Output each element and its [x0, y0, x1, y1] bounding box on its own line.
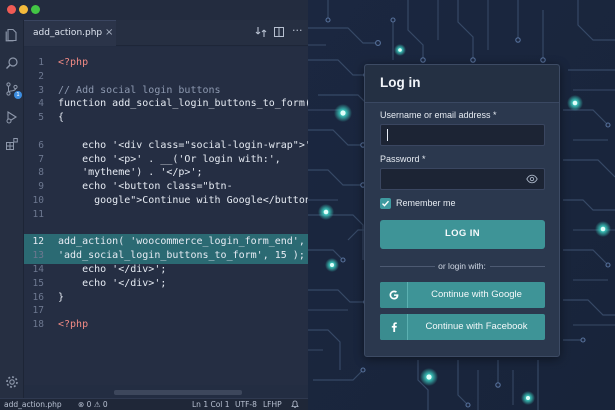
notification-bell-icon[interactable]	[291, 400, 299, 410]
settings-gear-icon[interactable]	[5, 375, 19, 389]
log-in-button-label: LOG IN	[444, 228, 481, 239]
status-problems[interactable]: ⊗ 0 ⚠ 0	[78, 400, 108, 409]
activity-bar: 1	[0, 20, 24, 398]
files-icon[interactable]	[5, 28, 19, 42]
username-input[interactable]	[380, 124, 545, 146]
line-number: 15	[32, 277, 44, 289]
line-number: 6	[38, 139, 44, 151]
code-line: 'add_social_login_buttons_to_form', 15 )…	[58, 250, 305, 262]
continue-with-google-button[interactable]: Continue with Google	[380, 282, 545, 308]
code-line: echo '<p>' . __('Or login with:',	[58, 153, 281, 165]
status-eol[interactable]: LFHP	[263, 400, 282, 409]
google-button-label: Continue with Google	[431, 289, 522, 300]
more-actions-icon[interactable]: ···	[292, 24, 304, 37]
code-line: }	[58, 291, 65, 303]
line-number: 7	[38, 153, 44, 165]
text-caret	[387, 129, 388, 141]
tab-label: add_action.php	[33, 28, 103, 38]
close-window-button[interactable]	[7, 5, 16, 14]
code-line: add_action( 'woocommerce_login_form_end'…	[58, 236, 305, 248]
log-in-button[interactable]: LOG IN	[380, 220, 545, 249]
title-bar	[0, 0, 308, 20]
remember-me-label[interactable]: Remember me	[396, 198, 456, 208]
horizontal-scrollbar[interactable]	[114, 390, 242, 395]
split-editor-icon[interactable]	[273, 26, 285, 38]
password-input[interactable]	[380, 168, 545, 190]
facebook-button-label: Continue with Facebook	[425, 321, 528, 332]
code-line: <?php	[58, 57, 89, 68]
login-header: Log in	[365, 65, 559, 103]
line-number: 2	[38, 70, 44, 82]
line-number: 9	[38, 181, 44, 193]
login-title: Log in	[380, 75, 421, 90]
google-icon	[380, 282, 408, 308]
code-editor-window: 1 add_action.php × ··· 1 2 3 4 5 6 7 8 9 10 11 12 13…	[0, 0, 308, 410]
line-number: 16	[32, 291, 44, 303]
extensions-icon[interactable]	[5, 137, 19, 151]
status-file-name[interactable]: add_action.php	[4, 400, 62, 409]
code-line: echo '<div class="social-login-wrap">';	[58, 139, 308, 151]
search-icon[interactable]	[5, 56, 19, 70]
facebook-icon	[380, 314, 408, 340]
divider-line-right	[490, 266, 545, 267]
compare-changes-icon[interactable]	[255, 26, 267, 38]
line-number: 3	[38, 84, 44, 96]
code-line: echo '</div>';	[58, 277, 167, 289]
line-number: 14	[32, 263, 44, 275]
continue-with-facebook-button[interactable]: Continue with Facebook	[380, 314, 545, 340]
line-number: 12	[32, 236, 44, 248]
code-line: echo '</div>';	[58, 263, 167, 275]
run-debug-icon[interactable]	[5, 110, 19, 124]
line-number: 4	[38, 98, 44, 110]
line-number: 10	[32, 194, 44, 206]
minimize-window-button[interactable]	[19, 5, 28, 14]
code-line: {	[58, 112, 65, 124]
code-line: function add_social_login_buttons_to_for…	[58, 98, 308, 110]
code-line: echo '<button class="btn-	[58, 181, 233, 193]
code-line: <?php	[58, 319, 89, 331]
line-number: 8	[38, 167, 44, 179]
status-cursor-position[interactable]: Ln 1 Col 1	[192, 400, 230, 409]
close-icon[interactable]: ×	[105, 27, 113, 38]
line-number: 1	[38, 57, 44, 68]
source-control-icon[interactable]: 1	[5, 82, 22, 99]
line-number: 18	[32, 319, 44, 331]
tab-bar: add_action.php × ···	[24, 20, 308, 46]
status-encoding[interactable]: UTF-8	[235, 400, 257, 409]
line-number: 11	[32, 208, 44, 220]
line-number: 17	[32, 305, 44, 317]
status-bar: add_action.php ⊗ 0 ⚠ 0 Ln 1 Col 1 UTF-8 …	[0, 398, 308, 410]
code-line: // Add social login buttons	[58, 84, 221, 96]
code-area[interactable]: 1 2 3 4 5 6 7 8 9 10 11 12 13 14 15 16 17 18 <?php// Add …	[24, 47, 308, 395]
password-label: Password *	[380, 154, 426, 164]
maximize-window-button[interactable]	[31, 5, 40, 14]
tab-add-action-php[interactable]: add_action.php ×	[24, 20, 116, 46]
line-number: 13	[32, 250, 44, 262]
code-line: 'mytheme') . '</p>';	[58, 167, 203, 179]
code-line: google">Continue with Google</button>';	[58, 194, 308, 206]
show-password-eye-icon[interactable]	[526, 174, 538, 184]
scm-badge: 1	[14, 91, 22, 99]
login-form: Log in Username or email address * Passw…	[364, 64, 560, 357]
line-number: 5	[38, 112, 44, 124]
username-label: Username or email address *	[380, 110, 497, 120]
remember-me-checkbox[interactable]	[380, 198, 391, 209]
